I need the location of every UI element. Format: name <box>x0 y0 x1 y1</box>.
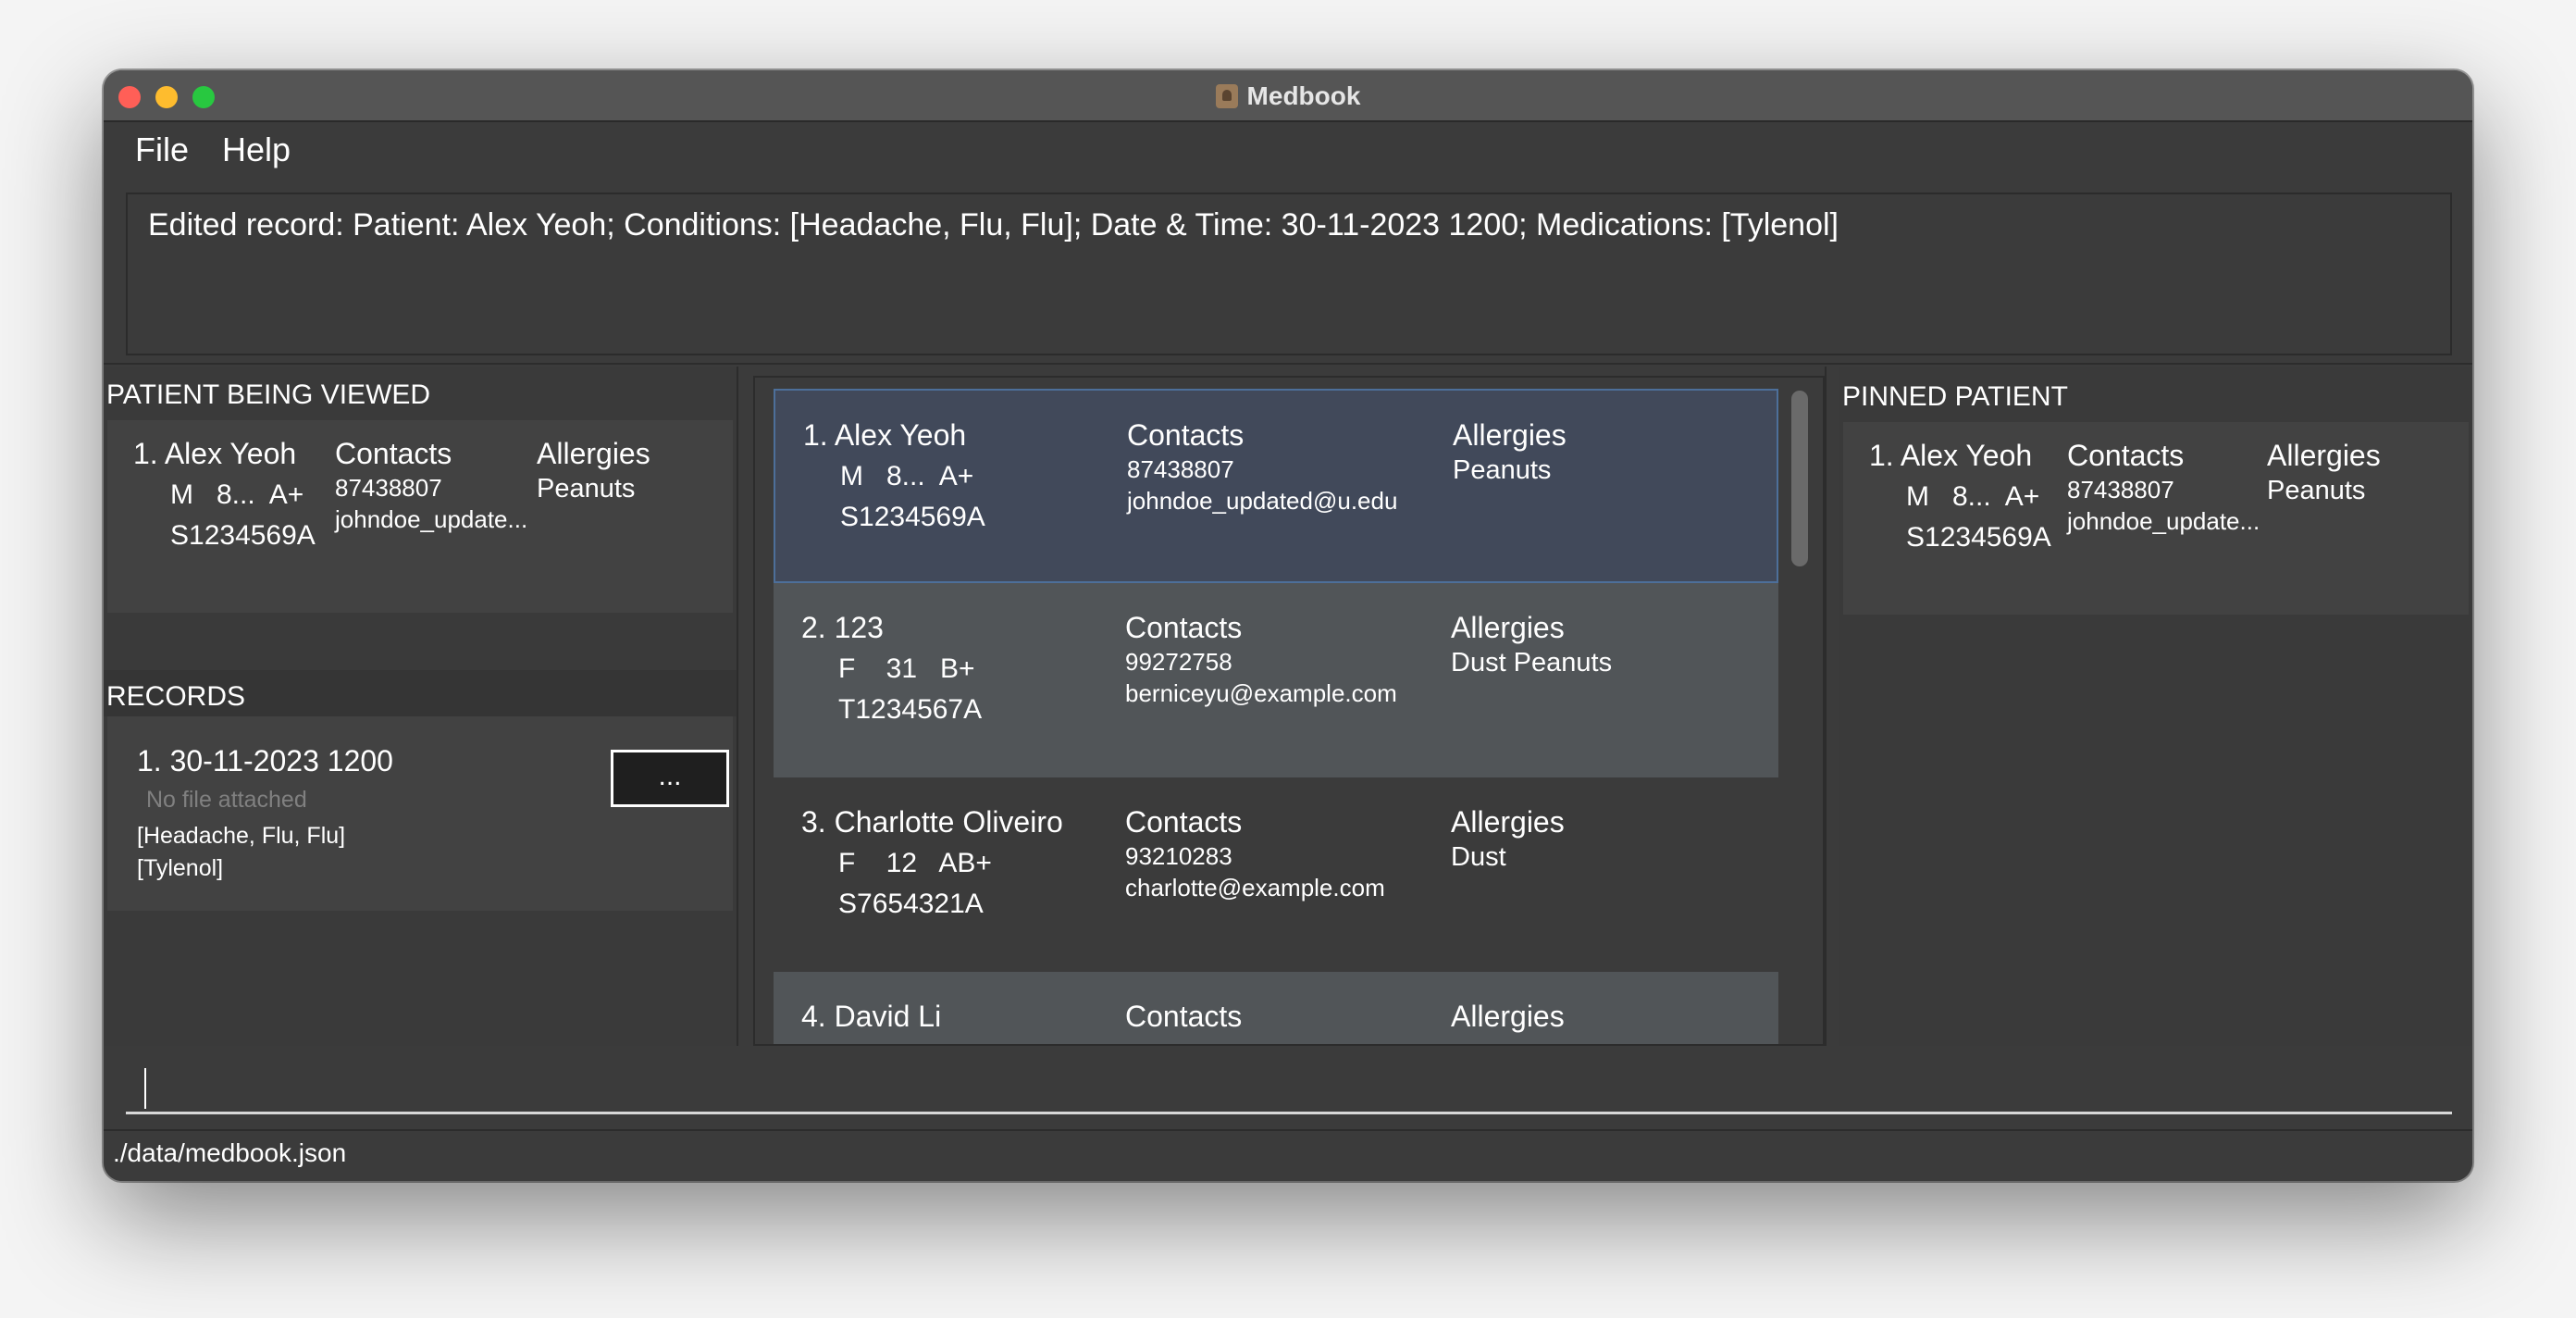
pinned-patient-card[interactable]: 1. Alex Yeoh M 8... A+ S1234569A Contact… <box>1843 422 2469 615</box>
app-window: Medbook File Help Edited record: Patient… <box>104 70 2472 1181</box>
patient-list-item[interactable]: 4. David Li Contacts Allergies <box>774 972 1778 1044</box>
patient-list[interactable]: 1. Alex Yeoh M 8... A+ S1234569A Contact… <box>753 376 1825 1046</box>
patient-email: charlotte@example.com <box>1125 874 1385 901</box>
patient-phone: 87438807 <box>1127 455 1234 483</box>
record-medications: [Tylenol] <box>137 855 224 881</box>
menu-help[interactable]: Help <box>222 131 291 169</box>
patient-name: 3. Charlotte Oliveiro <box>801 805 1063 839</box>
patient-meta: M 8... A+ <box>170 479 304 510</box>
allergies-label: Allergies <box>1451 1000 1565 1033</box>
scrollbar-thumb[interactable] <box>1791 391 1808 566</box>
command-area <box>104 1046 2472 1129</box>
record-conditions: [Headache, Flu, Flu] <box>137 823 346 849</box>
text-caret <box>144 1068 146 1109</box>
patient-phone: 93210283 <box>1125 842 1232 870</box>
patient-nric: S1234569A <box>1906 522 2051 553</box>
patient-list-item[interactable]: 3. Charlotte Oliveiro F 12 AB+ S7654321A… <box>774 777 1778 972</box>
patient-list-item[interactable]: 1. Alex Yeoh M 8... A+ S1234569A Contact… <box>774 389 1778 583</box>
patient-email: johndoe_updated@u.edu <box>1127 487 1398 515</box>
patient-email: berniceyu@example.com <box>1125 679 1397 707</box>
patient-name: 2. 123 <box>801 611 884 644</box>
contacts-label: Contacts <box>1125 805 1243 839</box>
records-heading: RECORDS <box>104 670 737 716</box>
contacts-label: Contacts <box>1127 418 1245 452</box>
allergies-label: Allergies <box>1451 805 1565 839</box>
patient-allergies: Dust <box>1451 842 1506 872</box>
patient-nric: T1234567A <box>838 694 983 725</box>
allergies-label: Allergies <box>1453 418 1567 452</box>
status-bar-path: ./data/medbook.json <box>104 1129 2472 1181</box>
patient-allergies: Peanuts <box>2267 476 2366 505</box>
patient-list-scrollbar[interactable] <box>1786 378 1814 1044</box>
allergies-label: Allergies <box>537 437 650 470</box>
title-bar: Medbook <box>104 70 2472 122</box>
patient-meta: M 8... A+ <box>840 461 974 491</box>
contacts-label: Contacts <box>335 437 452 470</box>
divider <box>104 363 2472 365</box>
divider <box>1825 367 1827 1046</box>
allergies-label: Allergies <box>2267 439 2381 472</box>
patient-name: 1. Alex Yeoh <box>133 437 297 470</box>
divider <box>737 367 738 1046</box>
patient-allergies: Peanuts <box>1453 455 1552 485</box>
patient-nric: S7654321A <box>838 889 984 919</box>
patient-name: 1. Alex Yeoh <box>803 418 967 452</box>
menu-bar: File Help <box>104 122 2472 178</box>
allergies-label: Allergies <box>1451 611 1565 644</box>
patient-allergies: Peanuts <box>537 474 636 504</box>
patient-being-viewed-heading: PATIENT BEING VIEWED <box>106 379 431 410</box>
result-display: Edited record: Patient: Alex Yeoh; Condi… <box>126 193 2452 355</box>
window-title: Medbook <box>1246 81 1361 110</box>
patient-email: johndoe_update... <box>335 505 528 533</box>
patient-name: 4. David Li <box>801 1000 942 1033</box>
patient-meta: F 12 AB+ <box>838 848 992 878</box>
record-more-button[interactable]: ... <box>611 750 729 807</box>
patient-phone: 99272758 <box>1125 648 1232 676</box>
patient-list-item[interactable]: 2. 123 F 31 B+ T1234567A Contacts 992727… <box>774 583 1778 777</box>
left-panel: PATIENT BEING VIEWED 1. Alex Yeoh M 8...… <box>104 367 737 1046</box>
patient-meta: M 8... A+ <box>1906 481 2040 512</box>
patient-nric: S1234569A <box>170 520 316 551</box>
contacts-label: Contacts <box>1125 611 1243 644</box>
patient-being-viewed-card[interactable]: 1. Alex Yeoh M 8... A+ S1234569A Contact… <box>107 420 733 613</box>
record-date: 1. 30-11-2023 1200 <box>137 744 393 777</box>
patient-phone: 87438807 <box>2067 476 2174 504</box>
record-file-status: No file attached <box>146 787 307 813</box>
patient-email: johndoe_update... <box>2067 507 2260 535</box>
patient-meta: F 31 B+ <box>838 653 975 684</box>
app-contact-icon <box>1215 84 1238 108</box>
pinned-patient-heading: PINNED PATIENT <box>1842 381 2068 412</box>
menu-file[interactable]: File <box>135 131 189 169</box>
window-title-group: Medbook <box>104 70 2472 122</box>
right-panel: PINNED PATIENT 1. Alex Yeoh M 8... A+ S1… <box>1839 367 2472 1046</box>
contacts-label: Contacts <box>1125 1000 1243 1033</box>
command-input[interactable] <box>126 1059 2452 1114</box>
contacts-label: Contacts <box>2067 439 2185 472</box>
patient-name: 1. Alex Yeoh <box>1869 439 2033 472</box>
record-card[interactable]: 1. 30-11-2023 1200 No file attached [Hea… <box>107 716 733 911</box>
patient-nric: S1234569A <box>840 502 985 532</box>
patient-allergies: Dust Peanuts <box>1451 648 1613 678</box>
patient-phone: 87438807 <box>335 474 442 502</box>
